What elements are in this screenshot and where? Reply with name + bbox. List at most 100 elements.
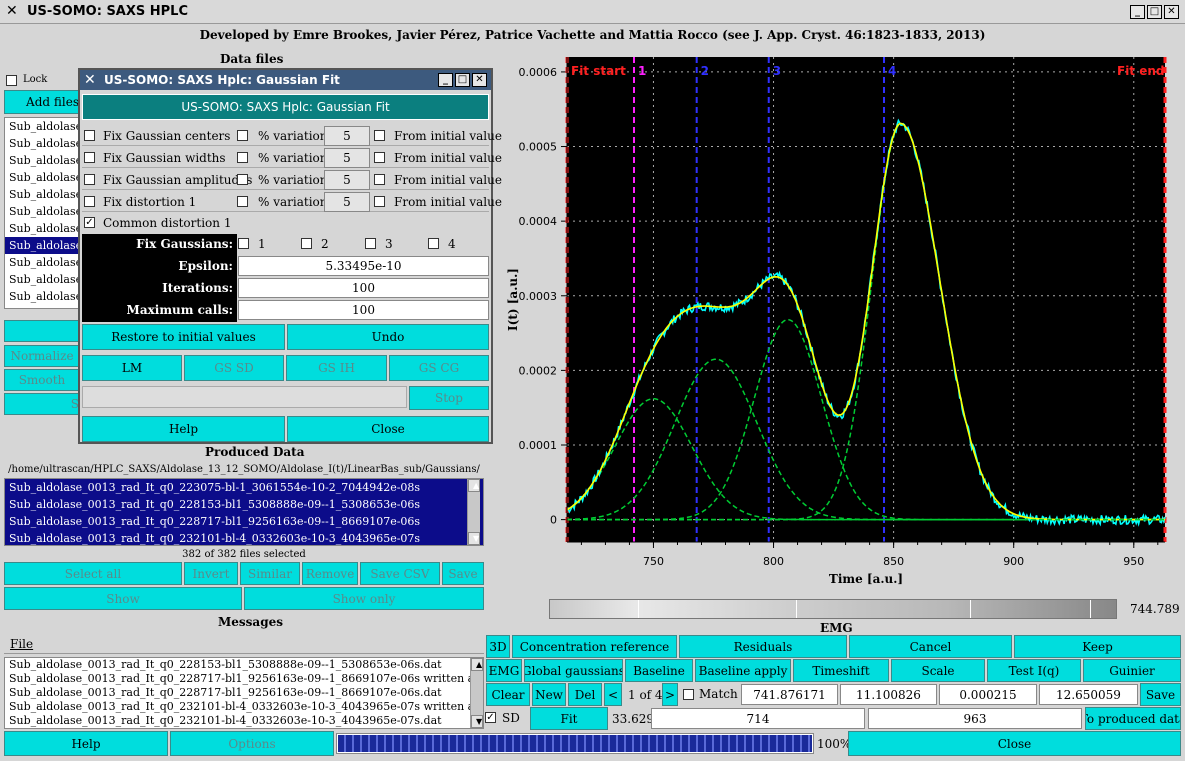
fit-start-field[interactable]: 714: [651, 708, 865, 729]
dialog-help-button[interactable]: Help: [82, 416, 285, 442]
file-menu[interactable]: File: [10, 637, 33, 651]
list-item[interactable]: Sub_aldolase_: [5, 169, 79, 186]
amplitude-field[interactable]: 0.000215: [939, 684, 1037, 705]
cancel-button[interactable]: Cancel: [849, 635, 1012, 658]
timeshift-button[interactable]: Timeshift: [793, 659, 889, 682]
close-icon[interactable]: ✕: [472, 73, 487, 87]
next-button[interactable]: >: [662, 683, 678, 706]
stop-button[interactable]: Stop: [409, 386, 489, 410]
residuals-button[interactable]: Residuals: [679, 635, 847, 658]
fix-centers-checkbox[interactable]: [84, 130, 95, 141]
scale-button[interactable]: Scale: [891, 659, 985, 682]
help-button[interactable]: Help: [4, 731, 168, 756]
test-iq-button[interactable]: Test I(q): [987, 659, 1081, 682]
list-item[interactable]: Sub_aldolase_: [5, 203, 79, 220]
smooth-button[interactable]: Smooth: [4, 369, 80, 391]
baseline-apply-button[interactable]: Baseline apply: [695, 659, 791, 682]
scroll-up-icon[interactable]: ▲: [471, 658, 483, 671]
restore-button[interactable]: Restore to initial values: [82, 324, 285, 350]
list-item-selected[interactable]: Sub_aldolase_: [5, 237, 79, 254]
keep-button[interactable]: Keep: [1014, 635, 1181, 658]
show-only-button[interactable]: Show only: [244, 587, 484, 610]
common-distortion-checkbox[interactable]: ✓: [84, 217, 95, 228]
options-button[interactable]: Options: [170, 731, 334, 756]
center-field[interactable]: 741.876171: [741, 684, 838, 705]
dialog-close-button[interactable]: Close: [287, 416, 489, 442]
produced-files-list[interactable]: Sub_aldolase_0013_rad_It_q0_223075-bl-1_…: [4, 478, 484, 546]
fix-gaussian-3-checkbox[interactable]: [365, 238, 376, 249]
match-checkbox[interactable]: [683, 689, 694, 700]
list-item[interactable]: Sub_aldolase_: [5, 254, 79, 271]
fix-amplitudes-variation-checkbox[interactable]: [237, 174, 248, 185]
list-item[interactable]: Sub_aldolase_: [5, 186, 79, 203]
concentration-reference-button[interactable]: Concentration reference: [512, 635, 677, 658]
sd-checkbox[interactable]: ✓: [485, 712, 496, 723]
fix-widths-checkbox[interactable]: [84, 152, 95, 163]
fit-end-field[interactable]: 963: [868, 708, 1082, 729]
close-icon[interactable]: ✕: [1164, 5, 1179, 19]
3d-button[interactable]: 3D: [486, 635, 510, 658]
fix-amplitudes-variation-field[interactable]: 5: [324, 170, 370, 190]
data-files-list[interactable]: Sub_aldolase_ Sub_aldolase_ Sub_aldolase…: [4, 117, 80, 309]
fix-amplitudes-checkbox[interactable]: [84, 174, 95, 185]
minimize-icon[interactable]: _: [1130, 5, 1145, 19]
list-item[interactable]: Sub_aldolase_0013_rad_It_q0_228717-bl1_9…: [5, 513, 483, 530]
normalize-button[interactable]: Normalize: [4, 345, 80, 367]
list-item[interactable]: Sub_aldolase_: [5, 135, 79, 152]
blank-button[interactable]: [4, 320, 80, 342]
width-field[interactable]: 11.100826: [840, 684, 937, 705]
fix-gaussian-4-checkbox[interactable]: [428, 238, 439, 249]
iterations-field[interactable]: 100: [238, 278, 489, 298]
scroll-up-icon[interactable]: ▲: [468, 479, 480, 492]
scroll-down-icon[interactable]: ▼: [468, 532, 480, 545]
fix-distortion-variation-field[interactable]: 5: [324, 192, 370, 212]
extra-field[interactable]: 12.650059: [1039, 684, 1138, 705]
del-button[interactable]: Del: [568, 683, 602, 706]
fix-widths-variation-checkbox[interactable]: [237, 152, 248, 163]
fix-centers-variation-field[interactable]: 5: [324, 126, 370, 146]
gs-ih-button[interactable]: GS IH: [286, 355, 387, 381]
emg-button[interactable]: EMG: [486, 659, 522, 682]
maximize-icon[interactable]: □: [1147, 5, 1162, 19]
list-item[interactable]: Sub_aldolase_: [5, 152, 79, 169]
remove-button[interactable]: Remove: [302, 562, 358, 585]
minimize-icon[interactable]: _: [438, 73, 453, 87]
fix-gaussian-1-checkbox[interactable]: [238, 238, 249, 249]
produced-scrollbar[interactable]: ▲ ▼: [467, 479, 480, 545]
fix-widths-from-initial-checkbox[interactable]: [374, 152, 385, 163]
invert-button[interactable]: Invert: [184, 562, 238, 585]
fix-gaussian-2-checkbox[interactable]: [301, 238, 312, 249]
undo-button[interactable]: Undo: [287, 324, 489, 350]
save-button[interactable]: Save: [442, 562, 484, 585]
global-gaussians-button[interactable]: Global gaussians: [524, 659, 623, 682]
maximize-icon[interactable]: □: [455, 73, 470, 87]
epsilon-field[interactable]: 5.33495e-10: [238, 256, 489, 276]
fix-centers-variation-checkbox[interactable]: [237, 130, 248, 141]
messages-scrollbar[interactable]: ▲ ▼: [470, 658, 483, 728]
list-item[interactable]: Sub_aldolase_: [5, 271, 79, 288]
fix-amplitudes-from-initial-checkbox[interactable]: [374, 174, 385, 185]
select-all-button[interactable]: Select all: [4, 562, 182, 585]
list-item[interactable]: Sub_aldolase_0013_rad_It_q0_223075-bl-1_…: [5, 479, 483, 496]
lock-checkbox[interactable]: [6, 75, 17, 86]
messages-box[interactable]: Sub_aldolase_0013_rad_It_q0_228153-bl1_5…: [4, 657, 484, 729]
guinier-button[interactable]: Guinier: [1083, 659, 1181, 682]
save-csv-button[interactable]: Save CSV: [360, 562, 440, 585]
list-item[interactable]: Sub_aldolase_: [5, 220, 79, 237]
prev-button[interactable]: <: [604, 683, 622, 706]
gs-cg-button[interactable]: GS CG: [389, 355, 489, 381]
clear-button[interactable]: Clear: [486, 683, 530, 706]
save-fit-button[interactable]: Save: [1140, 683, 1181, 706]
list-item[interactable]: Sub_aldolase_: [5, 118, 79, 135]
s-button[interactable]: S: [4, 393, 80, 415]
list-item[interactable]: Sub_aldolase_0013_rad_It_q0_232101-bl-4_…: [5, 530, 483, 545]
new-button[interactable]: New: [532, 683, 566, 706]
chart-svg[interactable]: 750 800 850 900 950 0 0.0001 0.0002 0.0003 0.0004…: [505, 57, 1185, 597]
to-produced-data-button[interactable]: To produced data: [1085, 707, 1181, 730]
fix-centers-from-initial-checkbox[interactable]: [374, 130, 385, 141]
fix-widths-variation-field[interactable]: 5: [324, 148, 370, 168]
gs-sd-button[interactable]: GS SD: [184, 355, 284, 381]
show-button[interactable]: Show: [4, 587, 242, 610]
close-main-button[interactable]: Close: [848, 731, 1181, 756]
fix-distortion-variation-checkbox[interactable]: [237, 196, 248, 207]
